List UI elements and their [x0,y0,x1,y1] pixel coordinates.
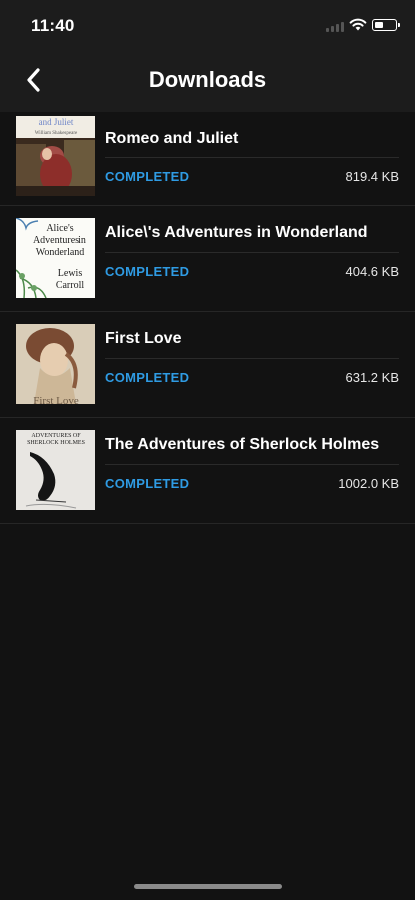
home-indicator[interactable] [134,884,282,889]
cover-art-sherlock: ADVENTURES OF SHERLOCK HOLMES [16,430,95,510]
cover-title-text: and Juliet [39,117,74,127]
download-item[interactable]: and Juliet William Shakespeare Romeo and… [0,112,415,206]
file-size: 404.6 KB [345,264,400,279]
divider [105,464,399,465]
file-size: 631.2 KB [345,370,400,385]
divider [105,252,399,253]
cover-art-first-love: First Love [16,324,95,404]
status-time: 11:40 [31,16,75,35]
battery-icon [372,19,400,31]
download-item[interactable]: ADVENTURES OF SHERLOCK HOLMES The Advent… [0,418,415,524]
cover-art-romeo: and Juliet William Shakespeare [16,116,95,196]
cover-art-alice: Alice's Adventures in Wonderland Lewis C… [16,218,95,298]
cover-line-3: in [78,235,86,246]
cover-line-2: Adventures [33,235,79,246]
book-title: First Love [105,330,182,347]
downloads-screen: 11:40 Downloads and Juliet William Shake… [0,0,415,900]
cellular-signal-icon [326,22,346,32]
file-size: 819.4 KB [345,169,400,184]
cover-line-2: SHERLOCK HOLMES [27,440,85,446]
cover-line-5: Lewis [58,268,83,279]
divider [105,358,399,359]
book-cover: First Love [16,324,95,404]
cover-line-1: Alice's [46,223,73,234]
download-item[interactable]: First Love First Love COMPLETED 631.2 KB [0,312,415,418]
download-item[interactable]: Alice's Adventures in Wonderland Lewis C… [0,206,415,312]
nav-header: Downloads [0,52,415,112]
download-status: COMPLETED [105,169,190,184]
cover-line-4: Wonderland [36,247,85,258]
page-title: Downloads [148,67,267,92]
download-status: COMPLETED [105,476,190,491]
book-cover: Alice's Adventures in Wonderland Lewis C… [16,218,95,298]
status-bar: 11:40 [0,0,415,52]
downloads-list: and Juliet William Shakespeare Romeo and… [0,112,415,524]
cover-author-text: William Shakespeare [35,131,78,136]
book-title: Romeo and Juliet [105,130,239,147]
book-cover: and Juliet William Shakespeare [16,116,95,196]
book-title: Alice\'s Adventures in Wonderland [105,224,368,241]
divider [105,157,399,158]
book-title: The Adventures of Sherlock Holmes [105,436,380,453]
file-size: 1002.0 KB [338,476,399,491]
cover-line-6: Carroll [56,280,85,291]
download-status: COMPLETED [105,370,190,385]
download-status: COMPLETED [105,264,190,279]
book-cover: ADVENTURES OF SHERLOCK HOLMES [16,430,95,510]
wifi-icon [349,18,367,31]
cover-line-1: ADVENTURES OF [31,433,81,439]
cover-title-text: First Love [33,395,79,404]
